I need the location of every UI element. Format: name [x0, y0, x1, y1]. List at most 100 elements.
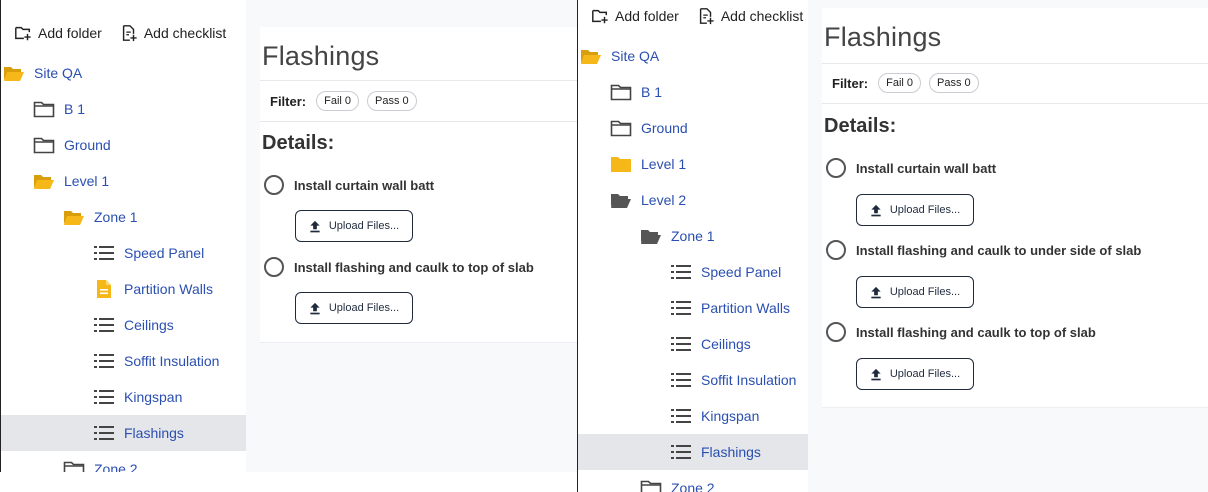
tree-item-label: Partition Walls — [124, 281, 213, 297]
tree-item-site-qa[interactable]: Site QA — [578, 38, 808, 74]
list-icon — [670, 262, 692, 282]
folder-icon — [33, 135, 55, 155]
pass-filter-pill[interactable]: Pass 0 — [929, 73, 979, 93]
checklist-item-radio[interactable] — [264, 257, 284, 277]
checklist-item-radio[interactable] — [826, 158, 846, 178]
checklist-item-radio[interactable] — [826, 322, 846, 342]
upload-files-label: Upload Files... — [889, 286, 961, 298]
upload-files-button[interactable]: Upload Files... — [856, 358, 974, 390]
tree-item-label: Speed Panel — [701, 264, 782, 280]
folder-filled-icon — [610, 154, 632, 174]
upload-files-button[interactable]: Upload Files... — [856, 276, 974, 308]
tree-item-kingspan[interactable]: Kingspan — [578, 398, 808, 434]
pass-filter-pill[interactable]: Pass 0 — [367, 91, 417, 111]
list-icon — [670, 406, 692, 426]
upload-icon — [871, 368, 881, 380]
folder-icon — [640, 478, 662, 492]
divider — [822, 103, 1208, 104]
add-checklist-icon — [699, 8, 714, 25]
tree-item-b-1[interactable]: B 1 — [1, 91, 246, 127]
tree-item-ground[interactable]: Ground — [578, 110, 808, 146]
tree-item-ceilings[interactable]: Ceilings — [578, 326, 808, 362]
list-icon — [670, 298, 692, 318]
add-folder-button[interactable]: Add folder — [591, 7, 679, 25]
tree-item-label: Speed Panel — [124, 245, 205, 261]
upload-files-button[interactable]: Upload Files... — [295, 292, 413, 324]
upload-icon — [871, 204, 881, 216]
tree-item-speed-panel[interactable]: Speed Panel — [578, 254, 808, 290]
tree-item-level-2[interactable]: Level 2 — [578, 182, 808, 218]
checklist-item-radio[interactable] — [264, 175, 284, 195]
tree-item-label: Site QA — [611, 48, 660, 64]
tree-item-zone-1[interactable]: Zone 1 — [578, 218, 808, 254]
tree-item-ceilings[interactable]: Ceilings — [1, 307, 246, 343]
checklist-item-radio[interactable] — [826, 240, 846, 260]
folder-open-icon — [580, 46, 602, 66]
tree-item-level-1[interactable]: Level 1 — [1, 163, 246, 199]
tree-item-flashings[interactable]: Flashings — [578, 434, 808, 470]
page-title: Flashings — [262, 41, 380, 71]
list-icon — [670, 334, 692, 354]
tree-item-label: Soffit Insulation — [701, 372, 797, 388]
folder-open-icon — [33, 171, 55, 191]
tree-item-label: Ground — [641, 120, 688, 136]
add-checklist-button[interactable]: Add checklist — [697, 7, 803, 25]
upload-files-button[interactable]: Upload Files... — [856, 194, 974, 226]
tree-item-level-1[interactable]: Level 1 — [578, 146, 808, 182]
left-checklist-card: Flashings Filter: Fail 0 Pass 0 Details:… — [260, 27, 577, 343]
folder-open-icon — [3, 63, 25, 83]
folder-icon — [33, 99, 55, 119]
tree-item-label: Flashings — [701, 444, 761, 460]
add-folder-button[interactable]: Add folder — [14, 24, 102, 42]
folder-icon — [63, 459, 85, 472]
tree-item-b-1[interactable]: B 1 — [578, 74, 808, 110]
tree-item-site-qa[interactable]: Site QA — [1, 55, 246, 91]
tree-item-label: Ceilings — [124, 317, 174, 333]
list-icon — [670, 370, 692, 390]
tree-item-label: Kingspan — [124, 389, 183, 405]
folder-open-icon — [63, 207, 85, 227]
tree-item-label: Zone 1 — [671, 228, 715, 244]
checklist-item: Install flashing and caulk to top of sla… — [264, 257, 534, 277]
upload-files-label: Upload Files... — [889, 204, 961, 216]
checklist-item-label: Install curtain wall batt — [294, 177, 435, 193]
tree-item-soffit-insulation[interactable]: Soffit Insulation — [578, 362, 808, 398]
tree-item-zone-2[interactable]: Zone 2 — [1, 451, 246, 472]
left-sidebar: Add folder Add checklist Site QA B 1 Groun… — [0, 0, 246, 472]
fail-filter-pill[interactable]: Fail 0 — [316, 91, 360, 111]
tree-item-flashings[interactable]: Flashings — [1, 415, 246, 451]
tree-item-partition-walls[interactable]: Partition Walls — [1, 271, 246, 307]
tree-item-speed-panel[interactable]: Speed Panel — [1, 235, 246, 271]
checklist-item-label: Install flashing and caulk to top of sla… — [294, 259, 534, 275]
tree-item-label: Flashings — [124, 425, 184, 441]
tree-item-kingspan[interactable]: Kingspan — [1, 379, 246, 415]
tree-item-zone-2[interactable]: Zone 2 — [578, 470, 808, 492]
sidebar-toolbar: Add folder Add checklist — [14, 24, 246, 42]
upload-files-button[interactable]: Upload Files... — [295, 210, 413, 242]
tree-item-ground[interactable]: Ground — [1, 127, 246, 163]
filter-bar: Filter: Fail 0 Pass 0 — [270, 91, 417, 111]
tree-item-label: Zone 2 — [94, 461, 138, 472]
page-title: Flashings — [824, 22, 942, 52]
divider — [822, 63, 1208, 64]
list-icon — [93, 423, 115, 443]
upload-files-label: Upload Files... — [889, 368, 961, 380]
upload-icon — [310, 220, 320, 232]
tree-item-zone-1[interactable]: Zone 1 — [1, 199, 246, 235]
tree-item-label: Soffit Insulation — [124, 353, 220, 369]
right-sidebar: Add folder Add checklist Site QA B 1 Groun… — [577, 0, 808, 492]
tree-item-label: Level 2 — [641, 192, 687, 208]
folder-icon — [610, 82, 632, 102]
bottom-strip — [0, 472, 577, 492]
tree-item-partition-walls[interactable]: Partition Walls — [578, 290, 808, 326]
tree-item-soffit-insulation[interactable]: Soffit Insulation — [1, 343, 246, 379]
list-icon — [93, 315, 115, 335]
fail-filter-pill[interactable]: Fail 0 — [878, 73, 922, 93]
add-checklist-button[interactable]: Add checklist — [120, 24, 226, 42]
details-heading: Details: — [824, 115, 897, 137]
filter-label: Filter: — [832, 75, 869, 91]
checklist-item: Install flashing and caulk to under side… — [826, 240, 1141, 260]
list-icon — [93, 243, 115, 263]
add-checklist-label: Add checklist — [143, 25, 227, 41]
add-folder-icon — [15, 26, 31, 41]
